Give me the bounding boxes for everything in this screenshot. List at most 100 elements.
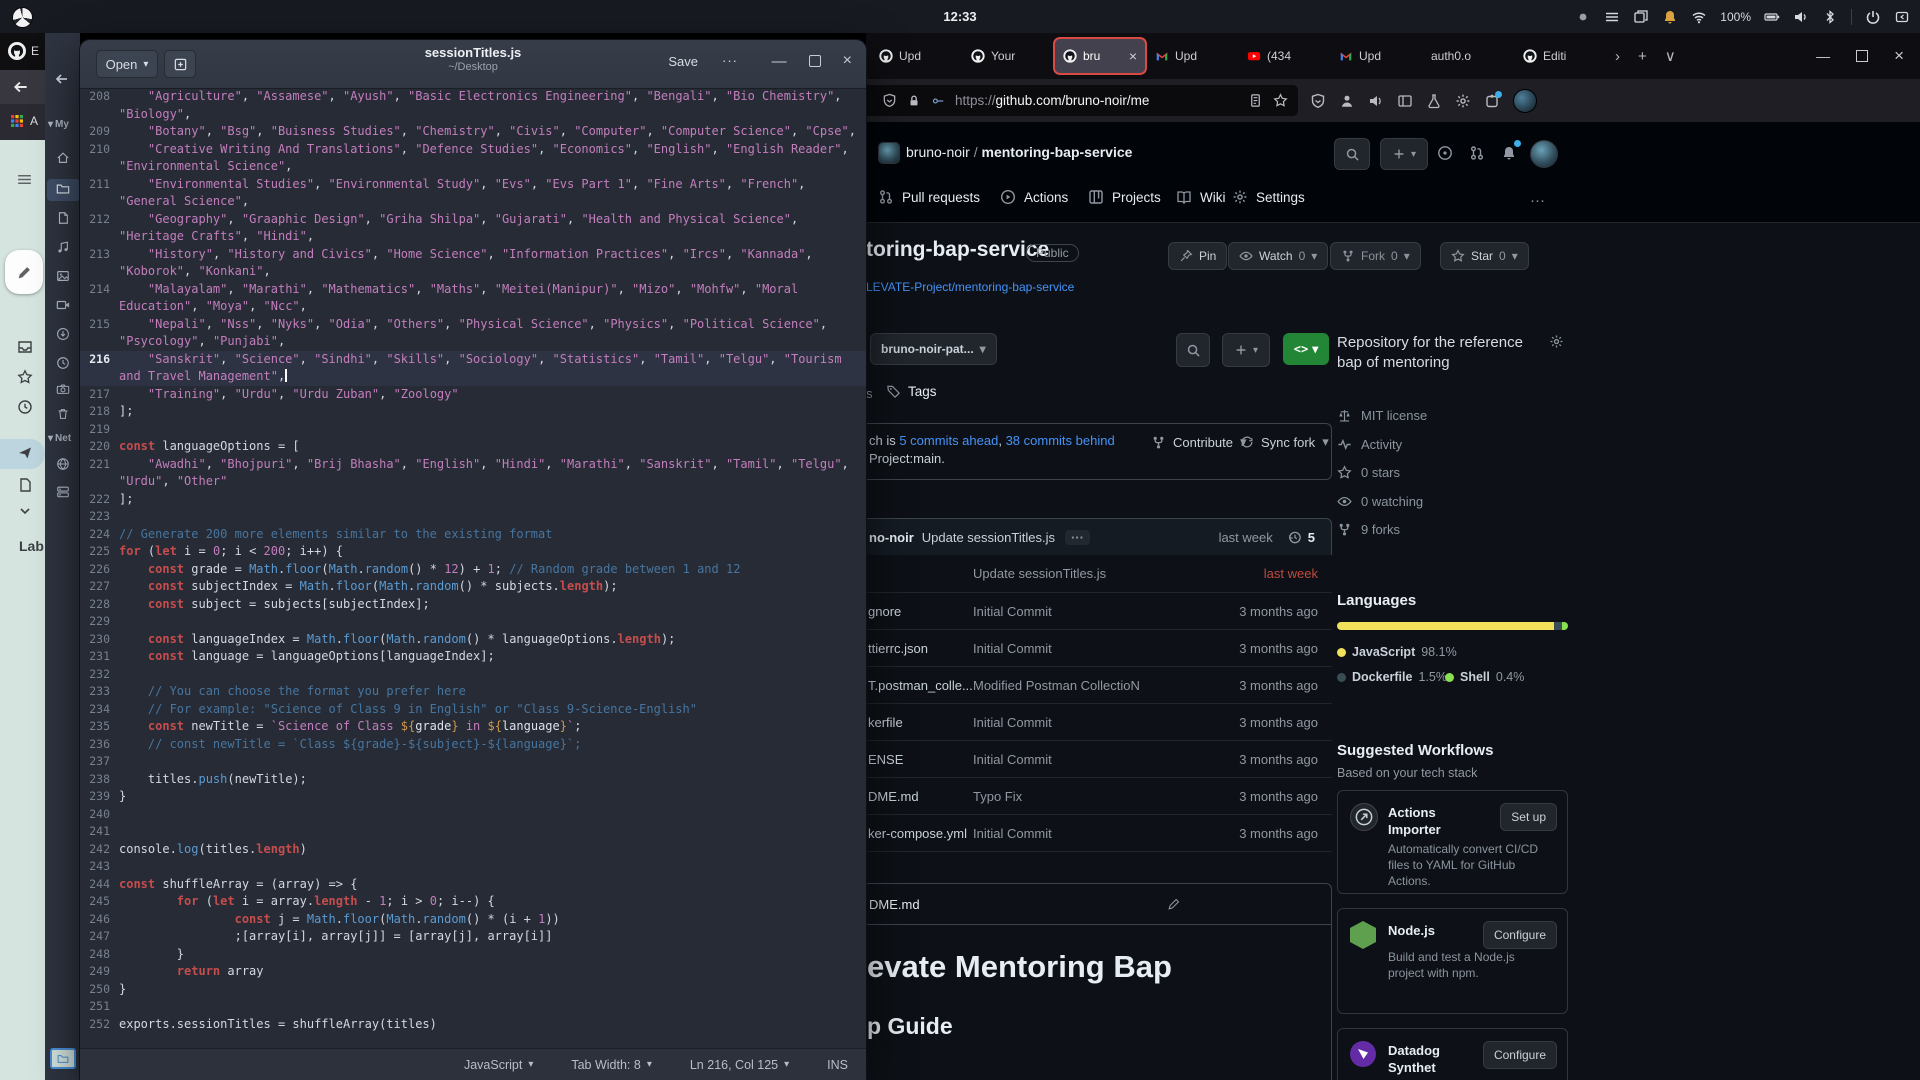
code-line-209[interactable]: 209 "Botany", "Bsg", "Buisness Studies",… <box>80 123 866 141</box>
windows-overlap-tray[interactable] <box>1633 9 1649 25</box>
code-line-234[interactable]: 234 // For example: "Science of Class 9 … <box>80 701 866 719</box>
code-button[interactable]: <> ▾ <box>1283 333 1329 365</box>
sync-fork-button[interactable]: Sync fork ▾ <box>1240 434 1329 450</box>
code-line-217[interactable]: 217 "Training", "Urdu", "Urdu Zuban", "Z… <box>80 386 866 404</box>
browser-tab-2[interactable]: Your <box>963 39 1053 73</box>
tracking-shield-icon[interactable] <box>882 93 897 108</box>
code-line-208[interactable]: 208 "Agriculture", "Assamese", "Ayush", … <box>80 88 866 106</box>
code-line-239[interactable]: 239} <box>80 788 866 806</box>
breadcrumb-owner[interactable]: bruno-noir <box>906 144 970 160</box>
code-line-215[interactable]: 215 "Nepali", "Nss", "Nyks", "Odia", "Ot… <box>80 316 866 334</box>
language-legend-javascript[interactable]: JavaScript 98.1% <box>1337 645 1457 659</box>
code-line-224[interactable]: 224 // Generate 200 more elements similar… <box>80 526 866 544</box>
watch-button[interactable]: Watch 0 ▾ <box>1228 242 1329 270</box>
workflow-action-button[interactable]: Configure <box>1482 921 1557 949</box>
code-line-wrap[interactable]: "Urdu", "Other" <box>80 473 866 491</box>
code-line-232[interactable]: 232 <box>80 666 866 684</box>
code-area[interactable]: 208 "Agriculture", "Assamese", "Ayush", … <box>80 88 866 1048</box>
tags-link[interactable]: Tags <box>886 384 937 399</box>
code-line-223[interactable]: 223 <box>80 508 866 526</box>
files-trash[interactable] <box>56 407 70 421</box>
files-documents[interactable] <box>56 211 70 225</box>
pin-button[interactable]: Pin <box>1168 242 1228 270</box>
forked-from-link[interactable]: LEVATE-Project/mentoring-bap-service <box>866 280 1074 294</box>
code-line-wrap[interactable]: "Psycology", "Punjabi", <box>80 333 866 351</box>
language-legend-shell[interactable]: Shell 0.4% <box>1445 670 1524 684</box>
readme-tab[interactable]: DME.md <box>869 897 920 912</box>
browser-tab-7[interactable]: auth0.o <box>1423 39 1513 73</box>
files-server[interactable] <box>56 485 70 499</box>
code-line-250[interactable]: 250} <box>80 981 866 999</box>
code-line-248[interactable]: 248 } <box>80 946 866 964</box>
about-settings-gear-icon[interactable] <box>1549 334 1564 349</box>
tab-wiki[interactable]: Wiki <box>1176 189 1226 205</box>
branches-link-fragment[interactable]: s <box>866 386 873 401</box>
browser-extensions-puzzle[interactable] <box>1484 90 1502 109</box>
code-line-241[interactable]: 241 <box>80 823 866 841</box>
code-line-242[interactable]: 242 console.log(titles.length) <box>80 841 866 859</box>
workflow-title[interactable]: Datadog Synthet <box>1388 1042 1463 1076</box>
sidebar-meta-star[interactable]: 0 stars <box>1337 465 1400 480</box>
gmail-snooze-clock[interactable] <box>17 399 33 415</box>
cursor-position[interactable]: Ln 216, Col 125 ▾ <box>690 1058 789 1072</box>
code-line-wrap[interactable]: "General Science", <box>80 193 866 211</box>
add-file-button[interactable]: ▾ <box>1222 333 1270 367</box>
folder-icon[interactable] <box>50 1048 76 1069</box>
workflow-action-button[interactable]: Set up <box>1500 803 1557 831</box>
code-line-247[interactable]: 247 ;[array[i], array[j]] = [array[j], a… <box>80 928 866 946</box>
battery-tray[interactable] <box>1764 9 1780 25</box>
language-legend-dockerfile[interactable]: Dockerfile 1.5% <box>1337 670 1447 684</box>
code-line-227[interactable]: 227 const subjectIndex = Math.floor(Math… <box>80 578 866 596</box>
code-line-wrap[interactable]: Education", "Moya", "Ncc", <box>80 298 866 316</box>
browser-flask[interactable] <box>1426 93 1442 109</box>
table-row[interactable]: gnore Initial Commit 3 months ago <box>866 592 1332 630</box>
power-tray[interactable] <box>1865 9 1881 25</box>
gmail-sent-arrow[interactable] <box>17 445 33 461</box>
table-row[interactable]: ker-compose.yml Initial Commit 3 months … <box>866 814 1332 852</box>
file-name[interactable]: kerfile <box>868 715 973 730</box>
system-tray[interactable]: 100% <box>1575 0 1910 33</box>
commit-message[interactable]: Modified Postman CollectioN <box>973 678 1239 693</box>
tab-actions[interactable]: Actions <box>1000 189 1068 205</box>
tray-box-tray[interactable] <box>1894 9 1910 25</box>
avatar[interactable] <box>878 142 900 164</box>
window-minimize-button[interactable]: — <box>772 53 787 70</box>
file-name[interactable]: T.postman_colle... <box>868 678 973 693</box>
browser-sidebar-toggle[interactable] <box>1397 93 1413 109</box>
code-line-211[interactable]: 211 "Environmental Studies", "Environmen… <box>80 176 866 194</box>
files-group-net[interactable]: ▾ Net <box>48 433 71 444</box>
browser-tab-5[interactable]: (434 <box>1239 39 1329 73</box>
table-row[interactable]: ttierrc.json Initial Commit 3 months ago <box>866 629 1332 667</box>
firefox-account-avatar[interactable] <box>1513 88 1537 113</box>
sidebar-meta-law[interactable]: MIT license <box>1337 408 1427 423</box>
code-line-wrap[interactable]: "Heritage Crafts", "Hindi", <box>80 228 866 246</box>
table-row[interactable]: Update sessionTitles.js last week <box>866 555 1332 592</box>
browser-sound-speaker[interactable] <box>1368 93 1384 109</box>
table-row[interactable]: ENSE Initial Commit 3 months ago <box>866 740 1332 778</box>
tab-width-selector[interactable]: Tab Width: 8 ▾ <box>571 1058 652 1072</box>
code-line-252[interactable]: 252 exports.sessionTitles = shuffleArray(… <box>80 1016 866 1034</box>
bookmark-star-icon[interactable] <box>1273 93 1288 108</box>
window-maximize-button[interactable] <box>808 55 821 67</box>
commit-message[interactable]: Initial Commit <box>973 715 1239 730</box>
browser-tab-4[interactable]: Upd <box>1147 39 1237 73</box>
code-line-218[interactable]: 218]; <box>80 403 866 421</box>
code-line-213[interactable]: 213 "History", "History and Civics", "Ho… <box>80 246 866 264</box>
breadcrumb-repo[interactable]: mentoring-bap-service <box>982 144 1133 160</box>
code-line-wrap[interactable]: "Biology", <box>80 106 866 124</box>
table-row[interactable]: T.postman_colle... Modified Postman Coll… <box>866 666 1332 704</box>
files-home[interactable] <box>56 151 70 165</box>
save-button[interactable]: Save <box>668 54 698 69</box>
apps-grid-icon[interactable] <box>9 113 25 129</box>
file-name[interactable]: gnore <box>868 604 973 619</box>
menu-button[interactable]: ··· <box>722 53 738 68</box>
edit-readme-pencil-icon[interactable] <box>1167 897 1181 911</box>
contribute-button[interactable]: Contribute ▾ <box>1151 434 1247 450</box>
code-line-wrap[interactable]: and Travel Management", <box>80 368 866 386</box>
files-recent-clock[interactable] <box>56 356 70 370</box>
volume-tray[interactable] <box>1793 9 1809 25</box>
back-arrow-icon[interactable] <box>12 78 30 96</box>
commit-message[interactable]: Initial Commit <box>973 604 1239 619</box>
code-line-238[interactable]: 238 titles.push(newTitle); <box>80 771 866 789</box>
browser-tab-1[interactable]: Upd <box>871 39 961 73</box>
